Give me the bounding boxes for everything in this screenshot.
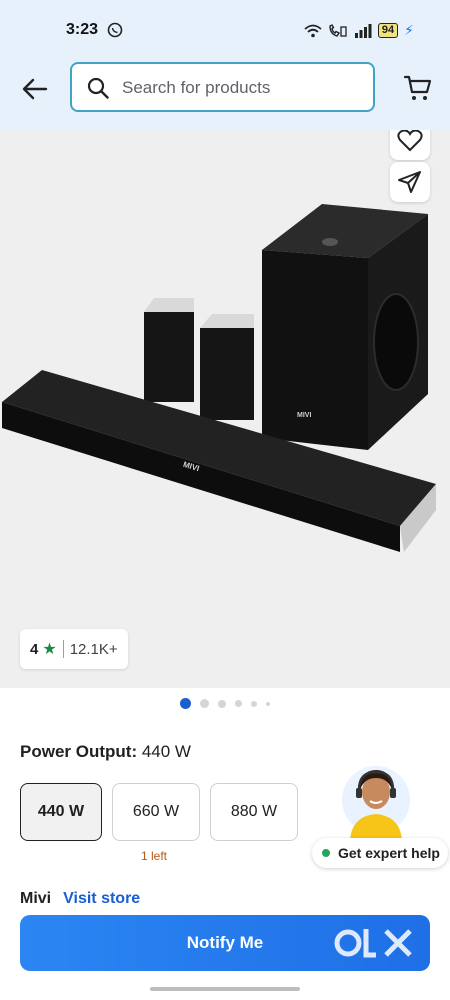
satellite-speaker-left [144,298,194,402]
app-header [0,46,450,130]
online-status-dot [322,849,330,857]
cart-icon[interactable] [403,73,433,103]
signal-icon [354,23,372,38]
olx-watermark-logo [334,929,412,958]
variant-option-660w[interactable]: 660 W [112,783,200,841]
carousel-dot[interactable] [251,700,257,707]
stock-note: 1 left [141,849,168,863]
wifi-icon [304,24,322,37]
wishlist-icon [397,130,423,152]
expert-help-label: Get expert help [338,845,440,861]
variant-option-880w[interactable]: 880 W [210,783,298,841]
brand-name: Mivi [20,890,52,907]
carousel-dot[interactable] [218,699,226,708]
charging-icon: ⚡ [404,22,414,38]
status-bar: 3:23 94 ⚡ [0,0,450,46]
status-icons: 94 ⚡ [304,22,414,39]
carousel-dot[interactable] [200,699,209,708]
search-input[interactable] [122,76,362,100]
subwoofer-brand-print: MIVI [297,412,312,419]
rating-divider [62,640,64,658]
carousel-indicator [0,698,450,709]
variant-options: 440 W 660 W 880 W [20,783,298,841]
satellite-speaker-right [200,314,254,420]
wishlist-button[interactable] [390,130,430,160]
whatsapp-icon [107,22,123,38]
carousel-dot[interactable] [235,700,242,707]
subwoofer-image [262,204,428,450]
star-icon: ★ [42,641,57,658]
variant-option-440w[interactable]: 440 W [20,783,102,841]
seller-row: Mivi Visit store [20,890,140,908]
home-indicator[interactable] [150,987,300,991]
variant-label-title: Power Output: [20,742,138,761]
battery-icon: 94 [377,23,399,38]
carousel-dot-active[interactable] [180,698,191,709]
carousel-dot[interactable] [266,701,270,706]
search-bar[interactable] [70,62,375,112]
variant-label: Power Output: 440 W [20,742,191,762]
variant-selected-value: 440 W [141,742,191,761]
back-arrow-icon[interactable] [20,74,50,104]
expert-help-button[interactable]: Get expert help [312,838,448,868]
volte-call-icon [329,23,347,37]
visit-store-link[interactable]: Visit store [63,890,140,908]
product-image-carousel[interactable]: MIVI MIVI 4 ★ 12.1K+ [0,130,450,688]
rating-badge[interactable]: 4 ★ 12.1K+ [20,629,128,669]
rating-count: 12.1K+ [69,640,118,658]
product-photo [2,204,436,552]
status-time: 3:23 [66,21,99,38]
search-icon [87,77,109,99]
expert-avatar[interactable] [340,760,412,840]
rating-value: 4 [30,640,39,658]
